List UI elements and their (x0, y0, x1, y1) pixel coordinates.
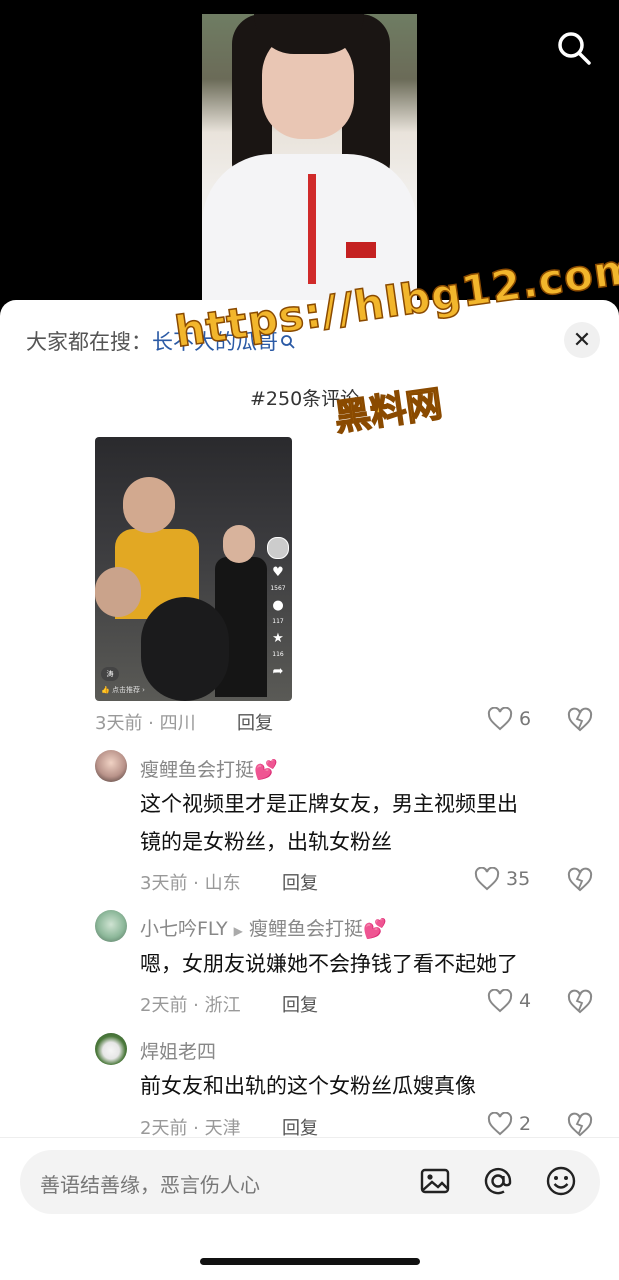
like-count: 6 (519, 708, 532, 730)
reply-button[interactable]: 回复 (282, 991, 318, 1017)
thumb-figure-woman-head (223, 525, 255, 563)
reply-meta: 2天前 · 浙江 (140, 995, 241, 1016)
emoji-icon[interactable] (544, 1164, 578, 1198)
reply-username-text: 小七吟FLY (140, 918, 228, 940)
thumb-recommend: 👍 点击推荐 › (101, 686, 145, 694)
avatar[interactable] (95, 750, 127, 782)
like-count: 4 (519, 990, 532, 1012)
thumb-figure-head (123, 477, 175, 533)
dislike-icon[interactable] (567, 867, 593, 893)
reply-text-line: 前女友和出轨的这个女粉丝瓜嫂真像 (140, 1074, 476, 1098)
thumb-comment-icon: ● (272, 597, 284, 613)
close-icon: ✕ (572, 327, 592, 353)
reply-text: 嗯，女朋友说嫌她不会挣钱了看不起她了 (140, 945, 518, 983)
reply-text-line: 嗯，女朋友说嫌她不会挣钱了看不起她了 (140, 952, 518, 976)
hot-search-prefix: 大家都在搜： (26, 330, 152, 354)
dislike-icon[interactable] (567, 989, 593, 1015)
dislike-icon[interactable] (567, 707, 593, 733)
reply-text-line: 镜的是女粉丝，出轨女粉丝 (140, 830, 392, 854)
like-count: 35 (506, 868, 531, 890)
thumb-recommend-label: 点击推荐 (111, 686, 140, 694)
thumb-figure-foreground-head (141, 597, 229, 701)
home-indicator[interactable] (200, 1258, 420, 1265)
like-button[interactable]: 2 (487, 1112, 531, 1136)
mention-icon[interactable] (481, 1164, 515, 1198)
comment-input-placeholder: 善语结善缘，恶言伤人心 (40, 1173, 260, 1197)
reply-username-text: 瘦鲤鱼会打挺 (140, 759, 255, 781)
heart-emoji-icon: 💕 (362, 918, 387, 940)
reply-button[interactable]: 回复 (237, 709, 273, 735)
thumb-share-icon: ➦ (272, 663, 284, 679)
avatar[interactable] (95, 910, 127, 942)
jacket-logo (346, 242, 376, 258)
reply-username[interactable]: 瘦鲤鱼会打挺💕 (140, 755, 278, 782)
thumb-side-actions: ♥ 1567 ● 117 ★ 116 ➦ (267, 537, 289, 697)
reply-username[interactable]: 小七吟FLY ▶ 瘦鲤鱼会打挺💕 (140, 914, 387, 941)
reply-button[interactable]: 回复 (282, 869, 318, 895)
like-count: 2 (519, 1113, 532, 1135)
reply-username[interactable]: 焊姐老四 (140, 1037, 216, 1064)
thumb-figure-child (95, 567, 141, 617)
thumb-heart-icon: ♥ (272, 564, 284, 580)
like-button[interactable]: 4 (487, 989, 531, 1013)
close-button[interactable]: ✕ (564, 322, 600, 358)
reply-meta: 3天前 · 山东 (140, 873, 241, 894)
reply-to-username: 瘦鲤鱼会打挺 (248, 918, 363, 940)
heart-icon (487, 1112, 513, 1136)
comment-image[interactable]: ♥ 1567 ● 117 ★ 116 ➦ 涛 👍 点击推荐 › (95, 437, 292, 701)
thumb-avatar (267, 537, 289, 559)
thumb-likes: 1567 (270, 585, 286, 592)
divider (0, 1137, 619, 1138)
thumb-tag: 涛 (101, 667, 119, 681)
reply-text: 前女友和出轨的这个女粉丝瓜嫂真像 (140, 1067, 476, 1105)
reply-text-line: 这个视频里才是正牌女友，男主视频里出 (140, 792, 518, 816)
comment-input[interactable]: 善语结善缘，恶言伤人心 (20, 1150, 600, 1214)
image-icon[interactable] (418, 1164, 452, 1198)
heart-icon (474, 867, 500, 891)
thumb-stars: 116 (272, 651, 284, 658)
avatar[interactable] (95, 1033, 127, 1065)
heart-emoji-icon: 💕 (254, 759, 278, 781)
heart-icon (487, 707, 513, 731)
like-button[interactable]: 6 (487, 707, 531, 731)
search-icon[interactable] (556, 30, 592, 66)
comment-meta: 3天前 · 四川 (95, 713, 196, 734)
heart-icon (487, 989, 513, 1013)
video-frame (202, 14, 417, 310)
reply-arrow-icon: ▶ (233, 924, 243, 938)
reply-text: 这个视频里才是正牌女友，男主视频里出 镜的是女粉丝，出轨女粉丝 (140, 785, 518, 861)
thumb-comments: 117 (272, 618, 284, 625)
thumb-star-icon: ★ (272, 630, 284, 646)
like-button[interactable]: 35 (474, 867, 530, 891)
dislike-icon[interactable] (567, 1112, 593, 1138)
video-figure-zipper (308, 174, 316, 284)
